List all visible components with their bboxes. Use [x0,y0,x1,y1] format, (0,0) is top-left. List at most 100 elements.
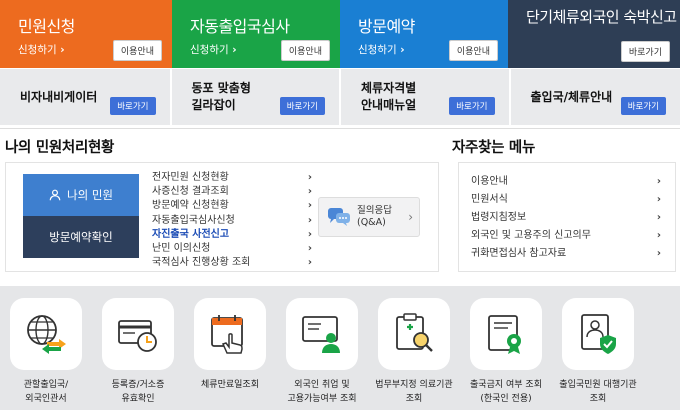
certificate-icon [488,315,521,354]
service-label-line2: 조회 [405,394,423,404]
go-button[interactable]: 바로가기 [110,97,156,115]
icon-card [10,298,82,370]
clipboard-search-icon [396,313,433,352]
guide-button[interactable]: 이용안내 [280,40,330,61]
service-label-line2: 외국인관서 [25,394,67,404]
icon-card [470,298,542,370]
calendar-hand-icon [211,315,243,354]
service-label: 출국금지 여부 조회 (한국인 전용) [460,378,552,406]
tile-auto-immigration[interactable]: 자동출입국심사 신청하기 이용안내 [172,0,340,68]
qa-label: 질의응답 (Q&A) [357,205,392,229]
service-label-line1: 법무부지정 의료기관 [375,380,453,390]
icon-card [194,298,266,370]
tile-label: 동포 맞춤형길라잡이 [192,80,251,114]
icon-card [378,298,450,370]
status-link[interactable]: 국적심사 진행상황 조회 [152,256,312,270]
tile-immigration-guide[interactable]: 출입국/체류안내 바로가기 [510,69,680,125]
status-link[interactable]: 전자민원 신청현황 [152,171,312,185]
page: 민원신청 신청하기 이용안내 자동출입국심사 신청하기 이용안내 방문예약 신청… [0,0,680,410]
tile-label-line2: 길라잡이 [191,98,236,112]
guide-button[interactable]: 이용안내 [448,40,498,61]
tile-title: 자동출입국심사 [190,17,290,36]
service-label: 외국인 취업 및고용가능여부 조회 [276,378,368,406]
go-button[interactable]: 바로가기 [620,41,670,62]
status-links: 전자민원 신청현황 사증신청 결과조회 방문예약 신청현황 자동출입국심사신청 … [152,171,312,271]
status-link[interactable]: 자동출입국심사신청 [152,214,312,228]
service-label-line2: 고용가능여부 조회 [287,394,357,404]
service-label: 법무부지정 의료기관조회 [368,378,460,406]
service-label-line1: 외국인 취업 및 [294,380,350,390]
top-tiles: 민원신청 신청하기 이용안내 자동출입국심사 신청하기 이용안내 방문예약 신청… [0,0,680,68]
icon-card [102,298,174,370]
person-screen-icon [302,316,340,353]
visit-check-button[interactable]: 방문예약확인 [23,216,139,258]
my-civil-button[interactable]: 나의 민원 [23,174,139,216]
service-label-line2: (한국인 전용) [480,394,532,404]
service-icons: 관할출입국/외국인관서 등록증/거소증 유효확인 체류만료일조회 외국인 취업 … [0,298,680,406]
guide-button[interactable]: 이용안내 [112,40,162,61]
qa-button[interactable]: 질의응답 (Q&A) › [318,197,420,237]
qa-label-line1: 질의응답 [357,205,392,216]
tile-label: 비자내비게이터 [20,89,97,106]
tile-visit-reservation[interactable]: 방문예약 신청하기 이용안내 [340,0,508,68]
service-label-line1: 출입국민원 대행기관 [559,380,637,390]
icon-card [286,298,358,370]
faq-item[interactable]: 법령지침정보 [471,209,661,227]
service-agency-lookup[interactable]: 출입국민원 대행기관조회 [552,298,644,406]
divider [0,128,680,129]
id-shield-icon [581,314,616,354]
tile-label-line2: 안내매뉴얼 [361,98,417,112]
status-link[interactable]: 사증신청 결과조회 [152,185,312,199]
faq-item[interactable]: 이용안내 [471,173,661,191]
tile-title: 민원신청 [18,17,75,36]
service-label-line1: 체류만료일조회 [201,380,259,390]
status-link-highlighted[interactable]: 자진출국 사전신고 [152,228,312,242]
status-section-title: 나의 민원처리현황 [5,140,115,156]
status-buttons: 나의 민원 방문예약확인 [23,174,139,258]
tile-label-line1: 비자내비게이터 [20,89,98,104]
tile-label-line1: 동포 맞춤형 [191,81,251,95]
status-link[interactable]: 난민 이의신청 [152,242,312,256]
faq-item[interactable]: 귀화면접심사 참고자료 [471,245,661,263]
tile-label-line1: 출입국/체류안내 [530,89,613,104]
status-link[interactable]: 방문예약 신청현황 [152,199,312,213]
go-button[interactable]: 바로가기 [620,97,666,115]
faq-item[interactable]: 외국인 및 고용주의 신고의무 [471,227,661,245]
my-civil-label: 나의 민원 [67,188,113,202]
tile-visa-navigator[interactable]: 비자내비게이터 바로가기 [0,69,170,125]
tile-label-line1: 체류자격별 [361,81,417,95]
service-label-line1: 관할출입국/ [23,380,69,390]
service-label-line2: 유효확인 [121,394,155,404]
tile-title: 단기체류외국인 숙박신고 [526,8,677,26]
civil-status-box: 나의 민원 방문예약확인 전자민원 신청현황 사증신청 결과조회 방문예약 신청… [5,162,439,272]
service-label-line2: 조회 [589,394,607,404]
faq-item[interactable]: 민원서식 [471,191,661,209]
card-clock-icon [118,320,157,352]
tile-lodging-report[interactable]: 단기체류외국인 숙박신고 바로가기 [508,0,680,68]
service-employment-check[interactable]: 외국인 취업 및고용가능여부 조회 [276,298,368,406]
service-label: 체류만료일조회 [184,378,276,392]
faq-box: 이용안내 민원서식 법령지침정보 외국인 및 고용주의 신고의무 귀화면접심사 … [458,162,676,272]
faq-section-title: 자주찾는 메뉴 [452,140,535,156]
chevron-right-icon: › [408,210,413,224]
service-card-validity[interactable]: 등록증/거소증 유효확인 [92,298,184,406]
qa-label-line2: (Q&A) [357,217,386,228]
service-departure-ban[interactable]: 출국금지 여부 조회 (한국인 전용) [460,298,552,406]
service-expiry-lookup[interactable]: 체류만료일조회 [184,298,276,406]
go-button[interactable]: 바로가기 [449,97,495,115]
tile-status-manual[interactable]: 체류자격별안내매뉴얼 바로가기 [341,69,509,125]
service-label: 등록증/거소증 유효확인 [92,378,184,406]
user-icon [49,189,61,201]
tile-civil-application[interactable]: 민원신청 신청하기 이용안내 [0,0,172,68]
go-button[interactable]: 바로가기 [279,97,325,115]
tile-label: 체류자격별안내매뉴얼 [361,80,416,114]
service-label: 출입국민원 대행기관조회 [552,378,644,406]
globe-arrows-icon [27,315,66,354]
chat-bubbles-icon [328,208,350,226]
service-medical-lookup[interactable]: 법무부지정 의료기관조회 [368,298,460,406]
service-label: 관할출입국/외국인관서 [0,378,92,406]
tile-compatriot-guide[interactable]: 동포 맞춤형길라잡이 바로가기 [171,69,339,125]
icon-card [562,298,634,370]
service-office-lookup[interactable]: 관할출입국/외국인관서 [0,298,92,406]
service-label-line1: 출국금지 여부 조회 [470,380,542,390]
